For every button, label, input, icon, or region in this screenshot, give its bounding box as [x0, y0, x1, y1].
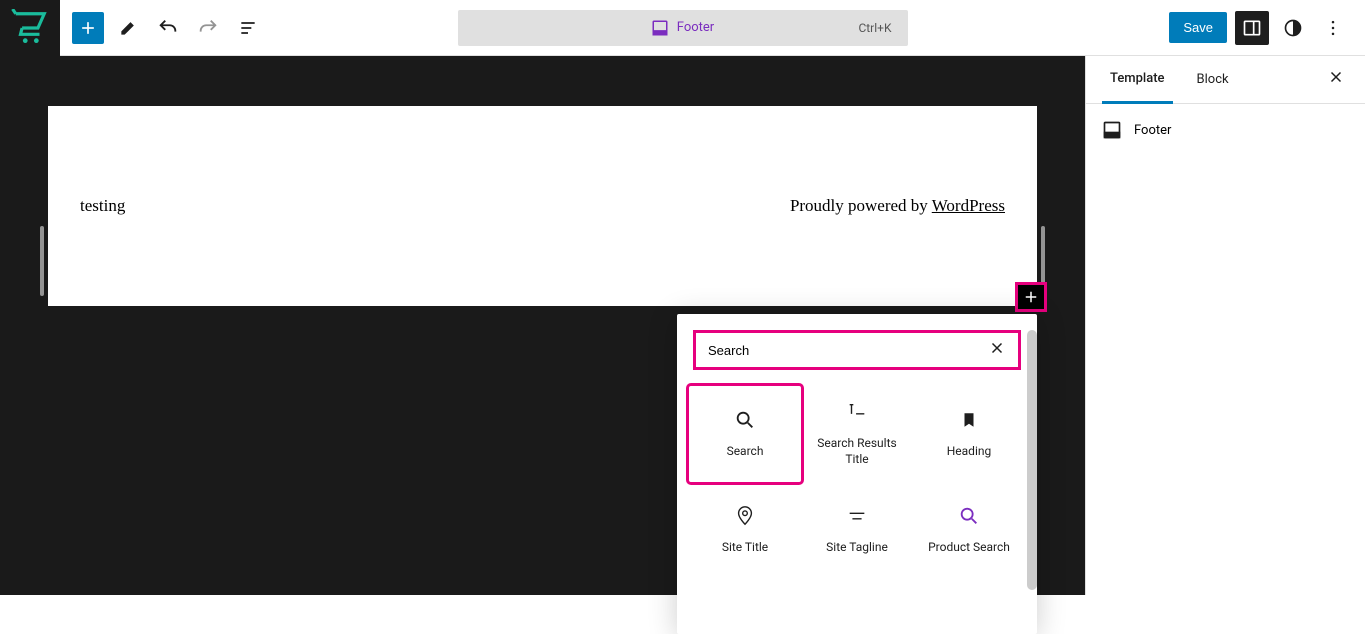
resize-handle-left[interactable]: [40, 226, 44, 296]
template-part-row[interactable]: Footer: [1102, 120, 1349, 140]
sidebar-icon: [1242, 18, 1262, 38]
settings-sidebar: Template Block Footer: [1085, 56, 1365, 595]
block-inserter-button[interactable]: [72, 12, 104, 44]
settings-sidebar-toggle[interactable]: [1235, 11, 1269, 45]
undo-icon: [157, 17, 179, 39]
kebab-icon: [1323, 18, 1343, 38]
top-right-tools: Save: [1153, 11, 1365, 45]
tools-button[interactable]: [112, 12, 144, 44]
ecommerce-logo-icon: [11, 9, 49, 47]
bookmark-icon: [960, 411, 978, 429]
main-area: testing Proudly powered by WordPress: [0, 56, 1365, 595]
close-icon: [1327, 68, 1345, 86]
footer-template-icon: [651, 19, 669, 37]
block-option-site-tagline[interactable]: Site Tagline: [801, 482, 913, 578]
search-results-title-icon: [846, 401, 868, 423]
command-shortcut: Ctrl+K: [858, 21, 891, 35]
wordpress-link[interactable]: WordPress: [932, 196, 1005, 215]
footer-block[interactable]: testing Proudly powered by WordPress: [48, 106, 1037, 306]
inserter-search-wrap: [693, 330, 1021, 370]
inserter-results-grid: Search Search Results Title Heading Site…: [677, 386, 1037, 590]
top-left-tools: [60, 12, 276, 44]
tab-template[interactable]: Template: [1102, 56, 1173, 104]
powered-by-prefix: Proudly powered by: [790, 196, 932, 215]
footer-text-left[interactable]: testing: [80, 196, 125, 216]
inserter-scrollbar[interactable]: [1027, 330, 1037, 590]
footer-text-right[interactable]: Proudly powered by WordPress: [790, 196, 1005, 216]
inserter-search-input[interactable]: [704, 337, 984, 364]
tagline-icon: [846, 505, 868, 527]
close-icon: [988, 339, 1006, 357]
block-label: Search: [727, 444, 764, 460]
site-logo[interactable]: [0, 0, 60, 56]
sidebar-tabs: Template Block: [1086, 56, 1365, 104]
block-label: Heading: [947, 444, 992, 460]
template-part-name: Footer: [1134, 123, 1171, 138]
plus-icon: [1022, 288, 1040, 306]
search-icon: [734, 409, 756, 431]
tab-block[interactable]: Block: [1189, 56, 1237, 104]
styles-button[interactable]: [1277, 12, 1309, 44]
block-option-search[interactable]: Search: [689, 386, 801, 482]
editor-canvas[interactable]: testing Proudly powered by WordPress: [0, 56, 1085, 595]
block-option-heading[interactable]: Heading: [913, 386, 1025, 482]
redo-icon: [197, 17, 219, 39]
inline-inserter-toggle[interactable]: [1018, 285, 1044, 309]
footer-template-icon: [1102, 120, 1122, 140]
save-button[interactable]: Save: [1169, 12, 1227, 43]
block-label: Search Results Title: [805, 436, 909, 467]
block-label: Site Tagline: [826, 540, 888, 556]
block-label: Product Search: [928, 540, 1010, 556]
document-title: Footer: [677, 20, 714, 35]
undo-button[interactable]: [152, 12, 184, 44]
block-label: Site Title: [722, 540, 768, 556]
plus-icon: [78, 18, 98, 38]
document-title-bar[interactable]: Footer Ctrl+K: [458, 10, 908, 46]
document-overview-button[interactable]: [232, 12, 264, 44]
map-pin-icon: [734, 505, 756, 527]
block-option-product-search[interactable]: Product Search: [913, 482, 1025, 578]
topbar: Footer Ctrl+K Save: [0, 0, 1365, 56]
list-view-icon: [238, 18, 258, 38]
close-sidebar-button[interactable]: [1323, 64, 1349, 95]
contrast-icon: [1283, 18, 1303, 38]
block-option-search-results-title[interactable]: Search Results Title: [801, 386, 913, 482]
redo-button[interactable]: [192, 12, 224, 44]
block-inserter-popover: Search Search Results Title Heading Site…: [677, 314, 1037, 634]
block-option-site-title[interactable]: Site Title: [689, 482, 801, 578]
clear-search-button[interactable]: [984, 335, 1010, 365]
options-button[interactable]: [1317, 12, 1349, 44]
product-search-icon: [958, 505, 980, 527]
pencil-icon: [118, 18, 138, 38]
